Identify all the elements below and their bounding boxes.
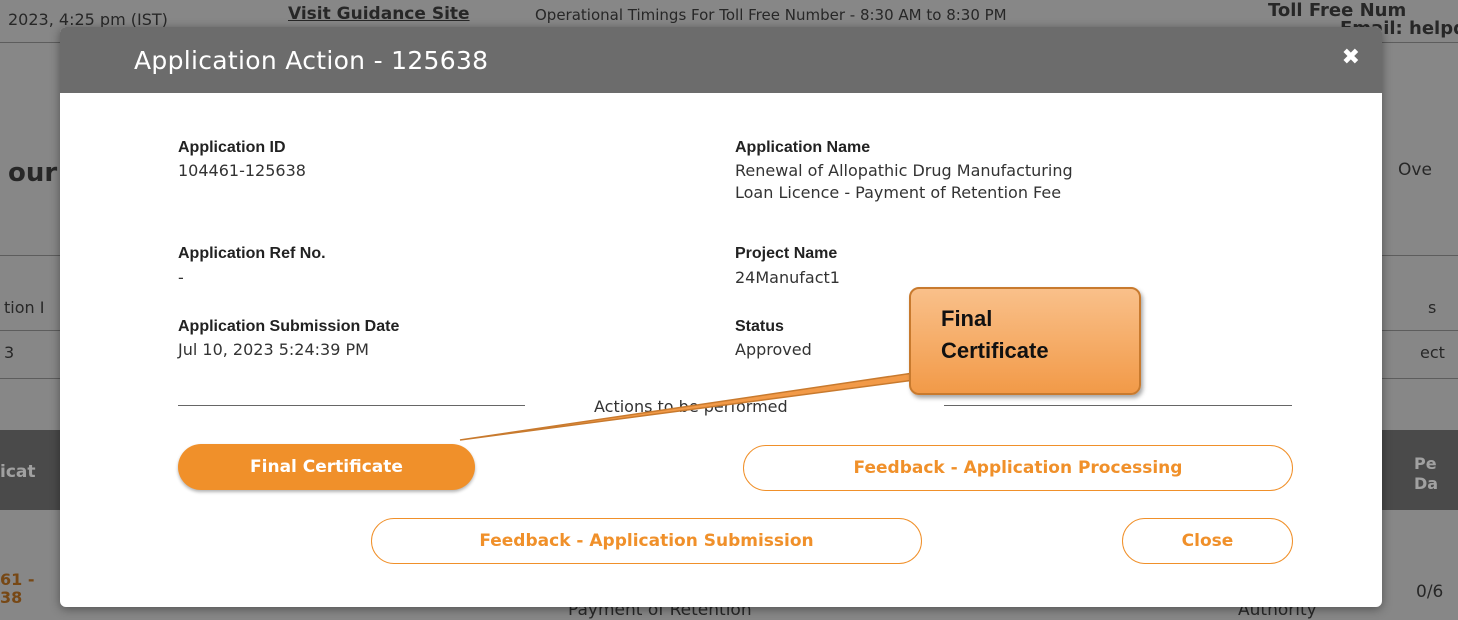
close-icon[interactable]: ✖ bbox=[1342, 45, 1360, 70]
modal-title: Application Action - 125638 bbox=[134, 46, 489, 75]
status-value: Approved bbox=[735, 340, 812, 359]
application-id-value: 104461-125638 bbox=[178, 161, 306, 180]
application-name-label: Application Name bbox=[735, 139, 871, 156]
divider-right bbox=[944, 405, 1292, 406]
project-name-value: 24Manufact1 bbox=[735, 268, 840, 287]
application-action-modal: Application Action - 125638 ✖ Applicatio… bbox=[60, 27, 1382, 607]
close-button[interactable]: Close bbox=[1122, 518, 1293, 564]
application-name-line2: Loan Licence - Payment of Retention Fee bbox=[735, 183, 1062, 202]
status-label: Status bbox=[735, 318, 784, 335]
final-certificate-callout: Final Certificate bbox=[909, 287, 1141, 395]
modal-header: Application Action - 125638 ✖ bbox=[60, 27, 1382, 93]
application-ref-value: - bbox=[178, 268, 184, 287]
project-name-label: Project Name bbox=[735, 245, 838, 262]
actions-label: Actions to be performed bbox=[594, 397, 788, 416]
divider-left bbox=[178, 405, 525, 406]
application-id-label: Application ID bbox=[178, 139, 286, 156]
final-certificate-button[interactable]: Final Certificate bbox=[178, 444, 475, 490]
submission-date-value: Jul 10, 2023 5:24:39 PM bbox=[178, 340, 369, 359]
application-name-line1: Renewal of Allopathic Drug Manufacturing bbox=[735, 161, 1073, 180]
submission-date-label: Application Submission Date bbox=[178, 318, 400, 335]
application-ref-label: Application Ref No. bbox=[178, 245, 326, 262]
callout-line1: Final bbox=[941, 306, 993, 331]
callout-text: Final Certificate bbox=[941, 303, 1049, 367]
callout-line2: Certificate bbox=[941, 338, 1049, 363]
feedback-submission-button[interactable]: Feedback - Application Submission bbox=[371, 518, 922, 564]
feedback-processing-button[interactable]: Feedback - Application Processing bbox=[743, 445, 1293, 491]
